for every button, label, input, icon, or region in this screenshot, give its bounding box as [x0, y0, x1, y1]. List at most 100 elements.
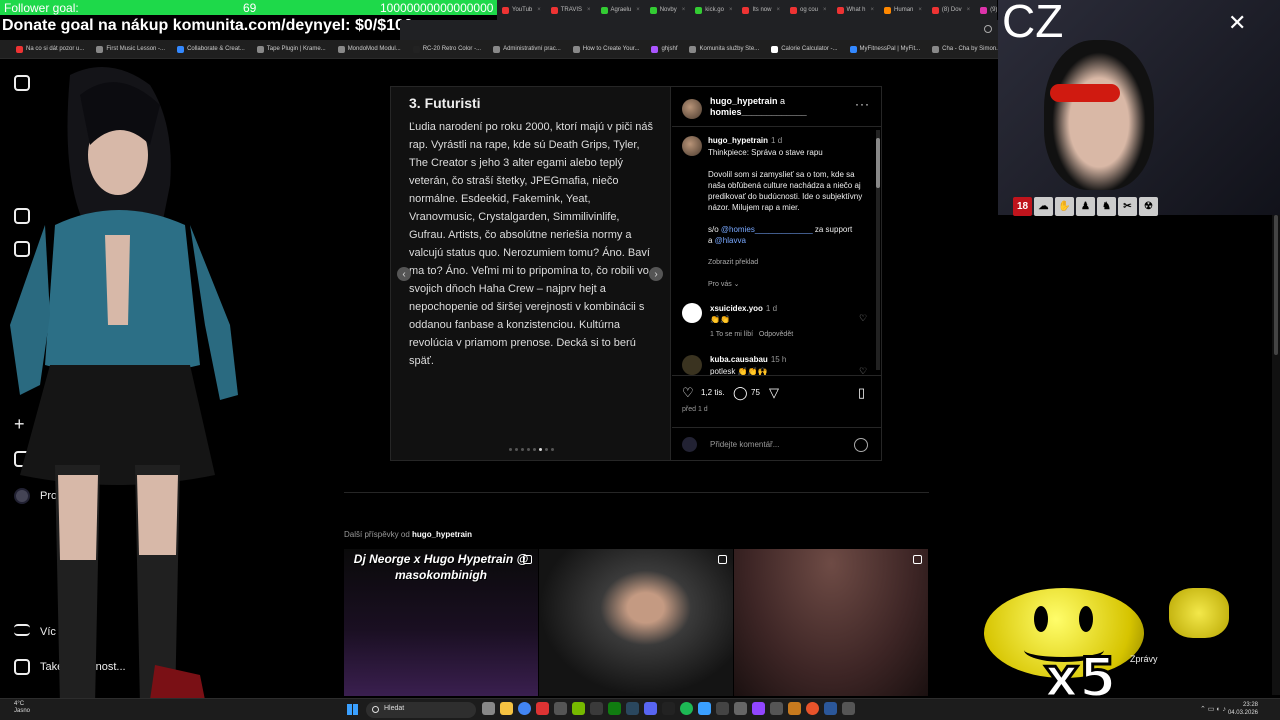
app-icon[interactable]	[788, 702, 801, 715]
mention-hlavva[interactable]: @hlavva	[715, 236, 746, 245]
browser-tab[interactable]: (8) Dov ×	[927, 1, 975, 19]
page-scrollbar-thumb[interactable]	[1274, 215, 1278, 355]
bookmark-item[interactable]: Na co si dát pozor u...	[10, 45, 90, 53]
tab-close-icon[interactable]: ×	[587, 7, 591, 13]
system-tray-icons[interactable]: ⌃ ▭ ◐ ♪	[1200, 705, 1226, 713]
address-bar[interactable]	[400, 20, 998, 40]
bookmark-item[interactable]: Komunita služby Ste...	[683, 45, 765, 53]
bookmark-item[interactable]: Administrativní prac...	[487, 45, 567, 53]
windows-start-icon[interactable]	[347, 704, 358, 715]
comment-like-heart-icon[interactable]: ♡	[859, 367, 868, 376]
caption-username[interactable]: hugo_hypetrain	[708, 136, 768, 145]
tab-close-icon[interactable]: ×	[776, 7, 780, 13]
nvidia-icon[interactable]	[572, 702, 585, 715]
like-heart-icon[interactable]: ♡	[682, 386, 694, 399]
app-icon[interactable]	[824, 702, 837, 715]
comment-bubble-icon[interactable]: ◯	[733, 386, 748, 399]
bookmark-item[interactable]: Calorie Calculator -...	[765, 45, 843, 53]
translate-link[interactable]: Zobrazit překlad	[708, 259, 758, 266]
tab-close-icon[interactable]: ×	[636, 7, 640, 13]
tab-close-icon[interactable]: ×	[682, 7, 686, 13]
comment-likes[interactable]: 1 To se mi líbí	[710, 331, 753, 338]
comment-username[interactable]: xsuicidex.yoo	[710, 304, 763, 313]
weather-widget[interactable]: 4°C Jasno	[14, 701, 30, 715]
file-explorer-icon[interactable]	[500, 702, 513, 715]
caption-avatar[interactable]	[682, 136, 702, 156]
spotify-icon[interactable]	[680, 702, 693, 715]
post-thumbnail[interactable]	[539, 549, 733, 696]
comment-input[interactable]: Přidejte komentář...	[710, 440, 779, 449]
tab-close-icon[interactable]: ×	[823, 7, 827, 13]
app-icon[interactable]	[734, 702, 747, 715]
tab-close-icon[interactable]: ×	[537, 7, 541, 13]
zoom-icon[interactable]	[984, 25, 992, 33]
discord-icon[interactable]	[644, 702, 657, 715]
more-options-icon[interactable]: ···	[855, 97, 870, 111]
post-author[interactable]: hugo_hypetrain	[710, 96, 778, 106]
app-icon[interactable]	[842, 702, 855, 715]
task-view-icon[interactable]	[482, 702, 495, 715]
page-scrollbar[interactable]	[1272, 215, 1280, 695]
browser-tab[interactable]: og cou ×	[785, 1, 832, 19]
bookmark-item[interactable]: RC-20 Retro Color -...	[407, 45, 487, 53]
post-thumbnail[interactable]	[734, 549, 928, 696]
browser-tab[interactable]: What h ×	[832, 1, 880, 19]
app-icon[interactable]	[806, 702, 819, 715]
comment-reply[interactable]: Odpovědět	[759, 331, 793, 338]
tab-close-icon[interactable]: ×	[967, 7, 971, 13]
post-thumbnail[interactable]: Dj Neorge x Hugo Hypetrain @ masokombini…	[344, 549, 538, 696]
tab-close-icon[interactable]: ×	[918, 7, 922, 13]
app-icon[interactable]	[698, 702, 711, 715]
bookmark-item[interactable]: Cha - Cha by Simon...	[926, 45, 998, 53]
emoji-picker-icon[interactable]	[854, 438, 868, 452]
more-posts-user[interactable]: hugo_hypetrain	[412, 530, 472, 539]
tab-close-icon[interactable]: ×	[871, 7, 875, 13]
bookmark-item[interactable]: MyFitnessPal | MyFit...	[844, 45, 927, 53]
app-icon[interactable]	[716, 702, 729, 715]
bookmark-item[interactable]: How to Create Your...	[567, 45, 646, 53]
messages-label[interactable]: Zprávy	[1130, 654, 1158, 664]
steam-icon[interactable]	[626, 702, 639, 715]
chrome-icon[interactable]	[518, 702, 531, 715]
browser-tab[interactable]: kick.go ×	[690, 1, 737, 19]
carousel-next-arrow-icon[interactable]: ›	[649, 267, 663, 281]
post-author-names[interactable]: hugo_hypetrain a homies_____________	[710, 96, 807, 118]
tab-close-icon[interactable]: ×	[729, 7, 733, 13]
bookmark-item[interactable]: Tape Plugin | Krame...	[251, 45, 332, 53]
browser-tab[interactable]: YouTub ×	[497, 1, 546, 19]
app-icon[interactable]	[662, 702, 675, 715]
browser-tab[interactable]: Human ×	[879, 1, 927, 19]
browser-tab[interactable]: Novby ×	[645, 1, 691, 19]
browser-tab[interactable]: Its now ×	[737, 1, 785, 19]
author-avatar[interactable]	[682, 99, 702, 119]
browser-tab[interactable]: TRAVIS ×	[546, 1, 596, 19]
like-count[interactable]: 1,2 tis.	[701, 388, 725, 397]
commenter-avatar[interactable]	[682, 303, 702, 323]
comments-scrollbar[interactable]	[876, 130, 880, 370]
taskbar-clock[interactable]: 23:28 04.03.2026	[1228, 701, 1258, 717]
mention-homies[interactable]: @homies_____________	[721, 225, 813, 234]
app-icon[interactable]	[536, 702, 549, 715]
bookmark-item[interactable]: Collaborate & Creat...	[171, 45, 251, 53]
twitch-icon[interactable]	[752, 702, 765, 715]
commenter-avatar[interactable]	[682, 355, 702, 375]
browser-tab[interactable]: Agraelu ×	[596, 1, 645, 19]
app-icon[interactable]	[554, 702, 567, 715]
share-send-icon[interactable]: ▽	[769, 386, 779, 399]
bookmark-item[interactable]: ghjshf	[645, 45, 683, 53]
bookmark-save-icon[interactable]: ▯	[858, 386, 865, 399]
taskbar-search[interactable]: Hledat	[366, 702, 476, 718]
app-icon[interactable]	[770, 702, 783, 715]
scrollbar-thumb[interactable]	[876, 138, 880, 188]
comment-like-heart-icon[interactable]: ♡	[859, 314, 868, 323]
for-you-toggle[interactable]: Pro vás ⌄	[708, 280, 740, 288]
xbox-icon[interactable]	[608, 702, 621, 715]
comment-username[interactable]: kuba.causabau	[710, 355, 768, 364]
app-icon[interactable]	[590, 702, 603, 715]
bookmark-item[interactable]: MondoMod Modul...	[332, 45, 407, 53]
post-carousel-slide[interactable]: 3. Futuristi Ľudia narodení po roku 2000…	[391, 87, 671, 460]
bookmark-item[interactable]: First Music Lesson -...	[90, 45, 171, 53]
post-collaborator[interactable]: homies_____________	[710, 107, 807, 117]
carousel-prev-arrow-icon[interactable]: ‹	[397, 267, 411, 281]
browser-tab[interactable]: (9) Inst×	[975, 1, 997, 19]
